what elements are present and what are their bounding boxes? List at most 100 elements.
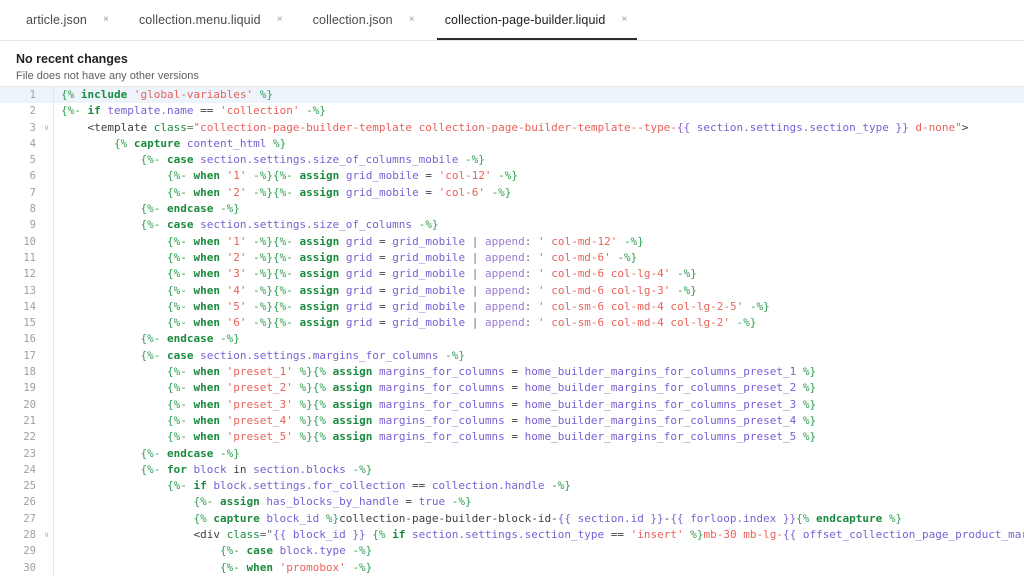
code-token: {%	[113, 136, 128, 150]
code-line[interactable]: 17 {%- case section.settings.margins_for…	[0, 348, 1024, 364]
code-line[interactable]: 30 {%- when 'promobox' -%}	[0, 560, 1024, 576]
code-token: %}	[299, 413, 313, 427]
code-line-text: {%- when 'preset_5' %}{% assign margins_…	[53, 429, 1024, 445]
close-icon[interactable]: ×	[101, 15, 111, 25]
code-line[interactable]: 20 {%- when 'preset_3' %}{% assign margi…	[0, 397, 1024, 413]
code-token: ' col-md-6 col-lg-3'	[537, 283, 671, 297]
code-editor[interactable]: 1 {% include 'global-variables' %} 2 {%- if…	[0, 87, 1024, 576]
code-token: -%}	[445, 348, 466, 362]
code-token: |	[465, 283, 485, 297]
code-token: -%}	[253, 316, 273, 330]
code-line[interactable]: 21 {%- when 'preset_4' %}{% assign margi…	[0, 413, 1024, 429]
code-lines-container[interactable]: 1 {% include 'global-variables' %} 2 {%- if…	[0, 87, 1024, 576]
file-version-info: No recent changes File does not have any…	[0, 41, 1024, 87]
code-line[interactable]: 23 {%- endcase -%}	[0, 446, 1024, 462]
code-token: '2'	[226, 185, 247, 199]
code-line[interactable]: 13 {%- when '4' -%}{%- assign grid = gri…	[0, 283, 1024, 299]
code-token: {%-	[140, 332, 161, 346]
code-line[interactable]: 27 {% capture block_id %}collection-page…	[0, 511, 1024, 527]
code-line-text: {%- case section.settings.margins_for_co…	[53, 348, 1024, 364]
no-recent-changes-title: No recent changes	[16, 52, 128, 66]
code-line[interactable]: 16 {%- endcase -%}	[0, 331, 1024, 347]
code-token: "collection-page-builder-template collec…	[193, 120, 677, 134]
editor-tab[interactable]: article.json ×	[12, 0, 125, 40]
code-token: {{ forloop.index }}	[670, 511, 797, 525]
code-token: -%}	[677, 283, 697, 297]
code-token: append	[484, 267, 525, 281]
editor-tab[interactable]: collection.menu.liquid ×	[125, 0, 299, 40]
code-line[interactable]: 26 {%- assign has_blocks_by_handle = tru…	[0, 494, 1024, 510]
code-line[interactable]: 10 {%- when '1' -%}{%- assign grid = gri…	[0, 234, 1024, 250]
code-line[interactable]: 2 {%- if template.name == 'collection' -%…	[0, 103, 1024, 119]
code-line[interactable]: 19 {%- when 'preset_2' %}{% assign margi…	[0, 380, 1024, 396]
code-token: grid_mobile	[392, 267, 466, 281]
code-token: section.settings.size_of_columns	[200, 218, 413, 232]
close-icon[interactable]: ×	[275, 15, 285, 25]
code-line[interactable]: 11 {%- when '2' -%}{%- assign grid = gri…	[0, 250, 1024, 266]
code-token: |	[465, 299, 485, 313]
code-line[interactable]: 22 {%- when 'preset_5' %}{% assign margi…	[0, 429, 1024, 445]
code-line[interactable]: 7 {%- when '2' -%}{%- assign grid_mobile…	[0, 185, 1024, 201]
code-token: {%-	[166, 283, 187, 297]
chevron-down-icon[interactable]: ∨	[40, 527, 53, 543]
code-token: assign	[299, 316, 340, 330]
code-line[interactable]: 12 {%- when '3' -%}{%- assign grid = gri…	[0, 266, 1024, 282]
code-token: |	[465, 250, 485, 264]
code-line[interactable]: 25 {%- if block.settings.for_collection …	[0, 478, 1024, 494]
code-line[interactable]: 14 {%- when '5' -%}{%- assign grid = gri…	[0, 299, 1024, 315]
code-line[interactable]: 4 {% capture content_html %}	[0, 136, 1024, 152]
code-token: -%}	[306, 104, 326, 118]
code-token: ==	[604, 528, 631, 542]
code-line[interactable]: 29 {%- case block.type -%}	[0, 543, 1024, 559]
code-line[interactable]: 3 ∨ <template class="collection-page-buil…	[0, 120, 1024, 136]
code-token: {%	[312, 413, 326, 427]
code-token: %}	[802, 397, 817, 411]
line-number: 9	[29, 219, 36, 232]
code-line[interactable]: 18 {%- when 'preset_1' %}{% assign margi…	[0, 364, 1024, 380]
code-line[interactable]: 9 {%- case section.settings.size_of_colu…	[0, 217, 1024, 233]
code-line[interactable]: 24 {%- for block in section.blocks -%}	[0, 462, 1024, 478]
code-token: ' col-md-6'	[537, 250, 611, 264]
editor-tab[interactable]: collection-page-builder.liquid ×	[431, 0, 644, 40]
code-token: {%-	[166, 430, 187, 444]
code-token: %}	[299, 430, 313, 444]
code-line-text: {%- endcase -%}	[53, 331, 1024, 347]
chevron-down-icon[interactable]: ∨	[40, 120, 53, 136]
close-icon[interactable]: ×	[407, 15, 417, 25]
code-line[interactable]: 8 {%- endcase -%}	[0, 201, 1024, 217]
close-icon[interactable]: ×	[619, 15, 629, 25]
code-token: |	[465, 267, 485, 281]
code-line[interactable]: 1 {% include 'global-variables' %}	[0, 87, 1024, 104]
code-token: grid	[345, 267, 373, 281]
code-line[interactable]: 6 {%- when '1' -%}{%- assign grid_mobile…	[0, 168, 1024, 184]
code-token: -%}	[253, 299, 273, 313]
code-line[interactable]: 28 ∨ <div class="{{ block_id }} {% if sec…	[0, 527, 1024, 543]
line-number: 29	[23, 545, 36, 558]
code-token: {%-	[166, 185, 187, 199]
code-token: when	[193, 283, 220, 297]
code-token: %}	[802, 430, 817, 444]
code-line-text: {%- for block in section.blocks -%}	[53, 462, 1024, 478]
code-line[interactable]: 5 {%- case section.settings.size_of_colu…	[0, 152, 1024, 168]
code-token: {%	[372, 528, 386, 542]
code-token: :	[524, 250, 538, 264]
code-token: -%}	[451, 495, 472, 509]
code-line[interactable]: 15 {%- when '6' -%}{%- assign grid = gri…	[0, 315, 1024, 331]
code-token: {%-	[140, 153, 161, 167]
code-token: when	[193, 430, 220, 444]
editor-tab[interactable]: collection.json ×	[299, 0, 431, 40]
line-number: 21	[23, 414, 36, 427]
code-token: {%-	[219, 560, 240, 574]
